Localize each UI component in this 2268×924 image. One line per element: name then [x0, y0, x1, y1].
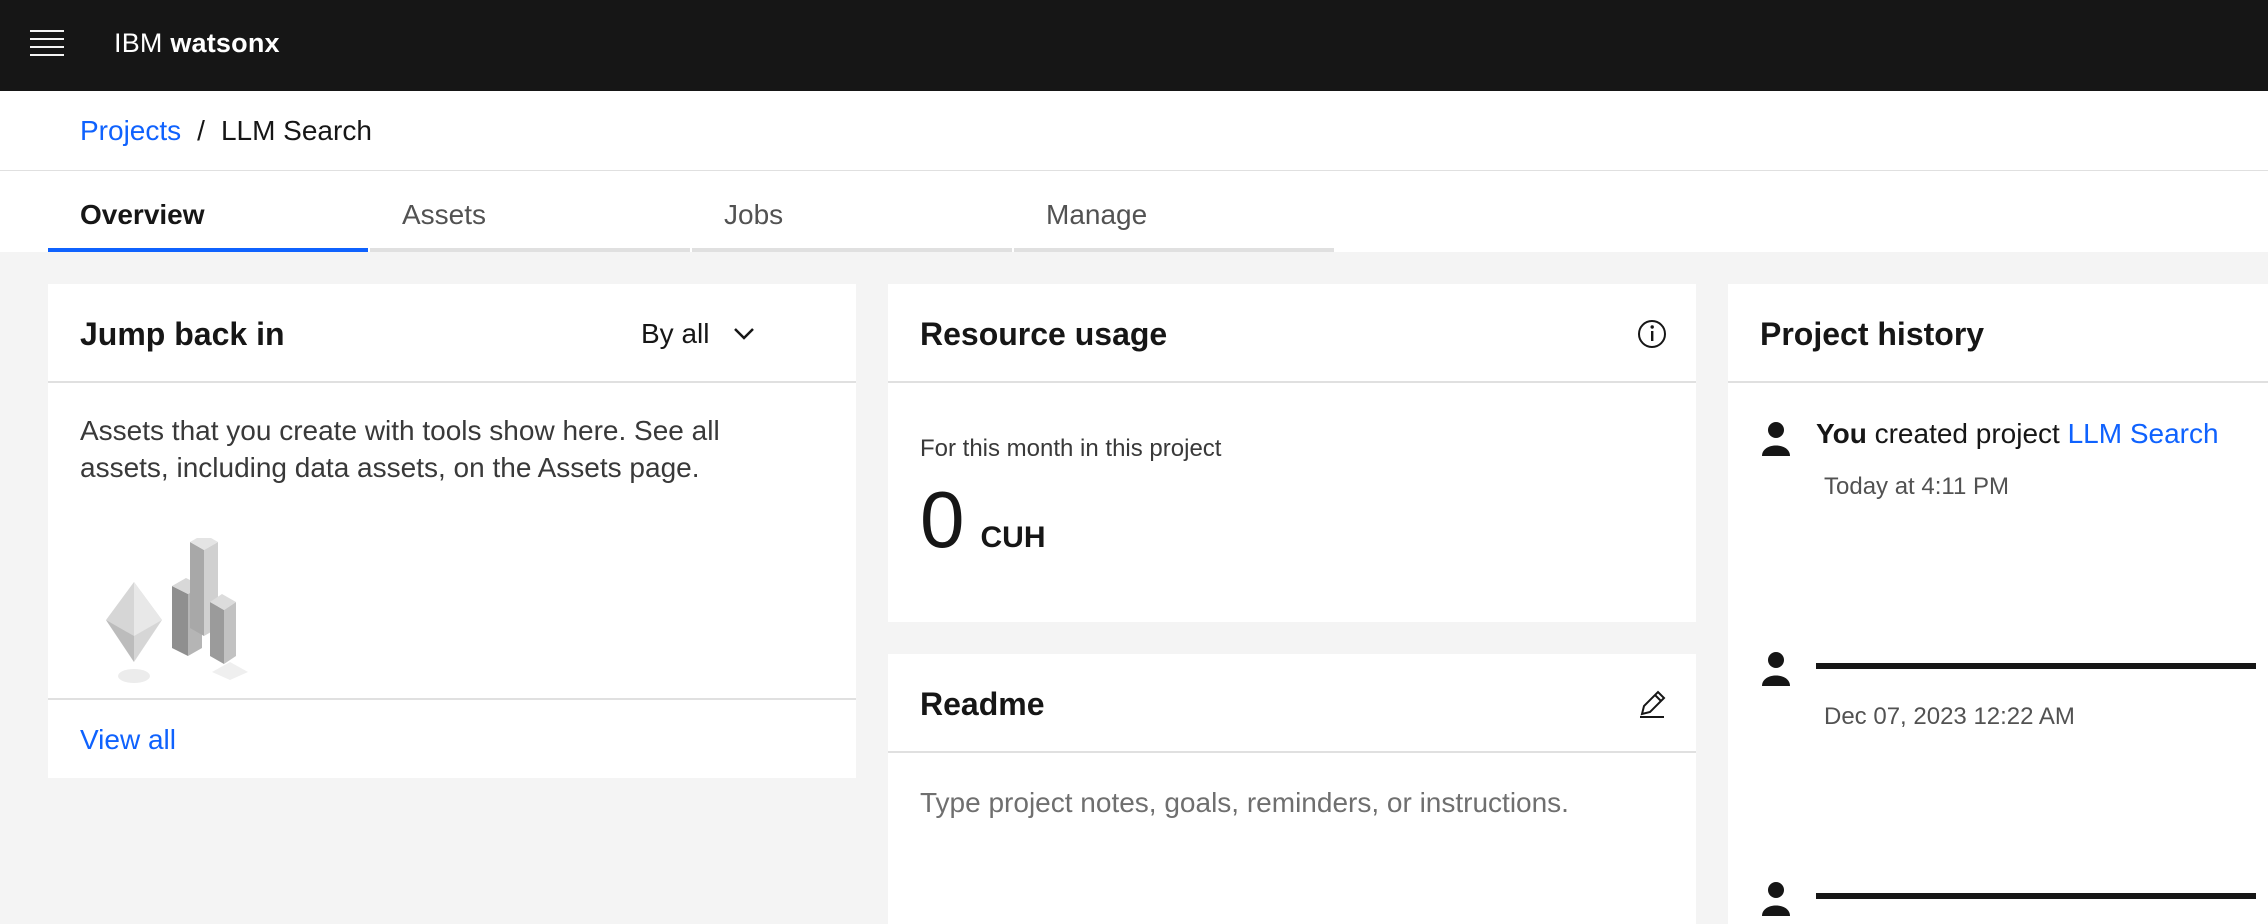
card-header: Readme	[888, 654, 1696, 753]
breadcrumb-bar: Projects / LLM Search	[0, 91, 2268, 172]
history-time: Today at 4:11 PM	[1824, 473, 2009, 500]
usage-value-row: 0 CUH	[920, 480, 1046, 560]
user-avatar-icon	[1762, 882, 1790, 916]
redaction-bar	[1816, 662, 2256, 669]
edit-icon[interactable]	[1632, 684, 1672, 724]
breadcrumb-current: LLM Search	[220, 115, 372, 146]
filter-label: By all	[641, 318, 710, 349]
redaction-bar	[1816, 892, 2256, 899]
chevron-down-icon	[734, 328, 755, 340]
jump-back-description: Assets that you create with tools show h…	[80, 415, 720, 483]
breadcrumb-separator: /	[197, 115, 205, 146]
breadcrumb: Projects / LLM Search	[80, 111, 372, 151]
tab-bar: Overview Assets Jobs Manage	[0, 171, 2268, 252]
breadcrumb-projects-link[interactable]: Projects	[80, 115, 181, 146]
brand-prefix: IBM	[114, 28, 163, 58]
history-action: created project	[1874, 418, 2060, 449]
resource-usage-title: Resource usage	[920, 316, 1168, 352]
usage-period-label: For this month in this project	[920, 435, 1222, 462]
top-nav-bar: IBM watsonx	[0, 0, 2268, 91]
readme-title: Readme	[920, 686, 1045, 722]
history-target-link[interactable]: LLM Search	[2068, 418, 2219, 449]
resource-usage-card: Resource usage For this month in this pr…	[888, 284, 1696, 622]
usage-unit: CUH	[980, 521, 1046, 554]
history-actor: You	[1816, 418, 1867, 449]
history-text: You created project LLM Search	[1816, 414, 2219, 454]
user-avatar-icon	[1762, 652, 1790, 686]
user-avatar-icon	[1762, 422, 1790, 456]
tab-overview[interactable]: Overview	[48, 171, 368, 252]
product-brand[interactable]: IBM watsonx	[114, 25, 280, 61]
brand-name: watsonx	[170, 28, 280, 58]
history-time: Dec 07, 2023 12:22 AM	[1824, 703, 2075, 730]
card-header: Jump back in By all	[48, 284, 856, 383]
readme-placeholder[interactable]: Type project notes, goals, reminders, or…	[920, 784, 1569, 821]
jump-back-in-title: Jump back in	[80, 316, 285, 352]
filter-dropdown[interactable]: By all	[641, 314, 755, 354]
view-all-footer: View all	[48, 698, 856, 778]
empty-state-illustration	[106, 538, 248, 683]
history-text-redacted	[1816, 874, 2256, 914]
tab-manage[interactable]: Manage	[1014, 171, 1334, 252]
project-history-title: Project history	[1760, 316, 1985, 352]
readme-card: Readme Type project notes, goals, remind…	[888, 654, 1696, 924]
info-icon[interactable]	[1632, 314, 1672, 354]
hamburger-menu-icon[interactable]	[30, 30, 64, 58]
tab-assets[interactable]: Assets	[370, 171, 690, 252]
jump-back-in-card: Jump back in By all Assets that you crea…	[48, 284, 856, 778]
history-text-redacted	[1816, 644, 2256, 684]
tab-jobs[interactable]: Jobs	[692, 171, 1012, 252]
card-header: Resource usage	[888, 284, 1696, 383]
usage-value: 0	[920, 475, 965, 564]
card-header: Project history	[1728, 284, 2268, 383]
project-history-card: Project history You created project LLM …	[1728, 284, 2268, 924]
view-all-link[interactable]: View all	[80, 720, 176, 760]
